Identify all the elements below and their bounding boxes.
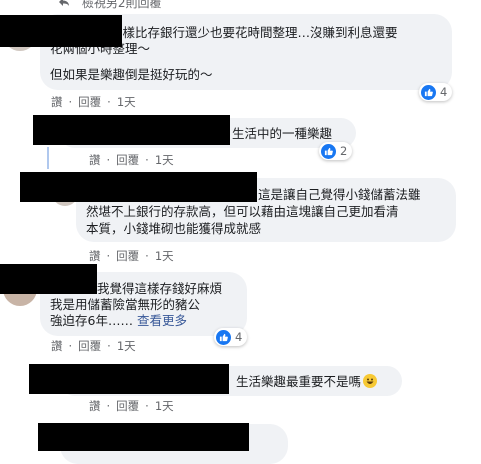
reaction-count[interactable]: 4 <box>214 328 248 346</box>
comment-text: 這是讓自己覺得小錢儲蓄法雖 <box>258 187 421 202</box>
redacted-author-name <box>33 115 230 145</box>
comment-actions: 讚 · 回覆 · 1天 <box>89 249 174 263</box>
comment-text: 這樣比存銀行還少也要花時間整理…沒賺到利息還要 <box>110 25 398 40</box>
comment-text: 但如果是樂趣倒是挺好玩的～ <box>50 67 213 82</box>
comment-text: 生活中的一種樂趣 <box>232 126 333 141</box>
comment-text: 然堪不上銀行的存款高，但可以藉由這塊讓自己更加看清 <box>86 204 399 219</box>
grinning-face-emoji <box>363 374 378 388</box>
reply-arrow-icon <box>58 0 70 10</box>
like-button[interactable]: 讚 <box>89 153 101 167</box>
redacted-author-name <box>38 423 249 451</box>
like-button[interactable]: 讚 <box>51 95 63 109</box>
timestamp[interactable]: 1天 <box>117 339 136 353</box>
comment-text-line: 生活樂趣最重要不是嗎 <box>236 373 378 390</box>
timestamp[interactable]: 1天 <box>155 153 174 167</box>
like-button[interactable]: 讚 <box>89 399 101 413</box>
see-more-link[interactable]: 查看更多 <box>137 313 187 328</box>
reply-button[interactable]: 回覆 <box>116 249 139 263</box>
comment-actions: 讚 · 回覆 · 1天 <box>51 95 136 109</box>
redacted-author-name <box>29 364 229 394</box>
comment-text-last-line: 強迫存6年…… 查看更多 <box>50 312 187 329</box>
reply-button[interactable]: 回覆 <box>116 399 139 413</box>
reply-button[interactable]: 回覆 <box>78 95 101 109</box>
reaction-count[interactable]: 2 <box>319 142 353 160</box>
thread-line <box>47 147 49 169</box>
comment-text: 我覺得這樣存錢好麻煩 <box>97 281 223 296</box>
redacted-author-name <box>0 15 122 47</box>
redacted-author-name <box>0 264 97 294</box>
like-icon <box>321 143 336 159</box>
redacted-author-name <box>20 172 257 202</box>
like-icon <box>216 329 231 345</box>
comment-actions: 讚 · 回覆 · 1天 <box>89 399 174 413</box>
comment-text: 強迫存6年…… <box>50 313 133 328</box>
timestamp[interactable]: 1天 <box>155 249 174 263</box>
reply-button[interactable]: 回覆 <box>78 339 101 353</box>
timestamp[interactable]: 1天 <box>117 95 136 109</box>
comment-text: 我是用儲蓄險當無形的豬公 <box>50 297 201 312</box>
comment-actions: 讚 · 回覆 · 1天 <box>51 339 136 353</box>
like-button[interactable]: 讚 <box>89 249 101 263</box>
like-button[interactable]: 讚 <box>51 339 63 353</box>
reply-button[interactable]: 回覆 <box>116 153 139 167</box>
comment-text: 本質，小錢堆砌也能獲得成就感 <box>86 221 262 236</box>
timestamp[interactable]: 1天 <box>155 399 174 413</box>
view-more-replies-link[interactable]: 檢視另2則回覆 <box>58 0 161 11</box>
comment-text: 生活樂趣最重要不是嗎 <box>236 374 362 389</box>
comment-actions: 讚 · 回覆 · 1天 <box>89 153 174 167</box>
reaction-count[interactable]: 4 <box>419 83 453 101</box>
like-icon <box>421 84 436 100</box>
